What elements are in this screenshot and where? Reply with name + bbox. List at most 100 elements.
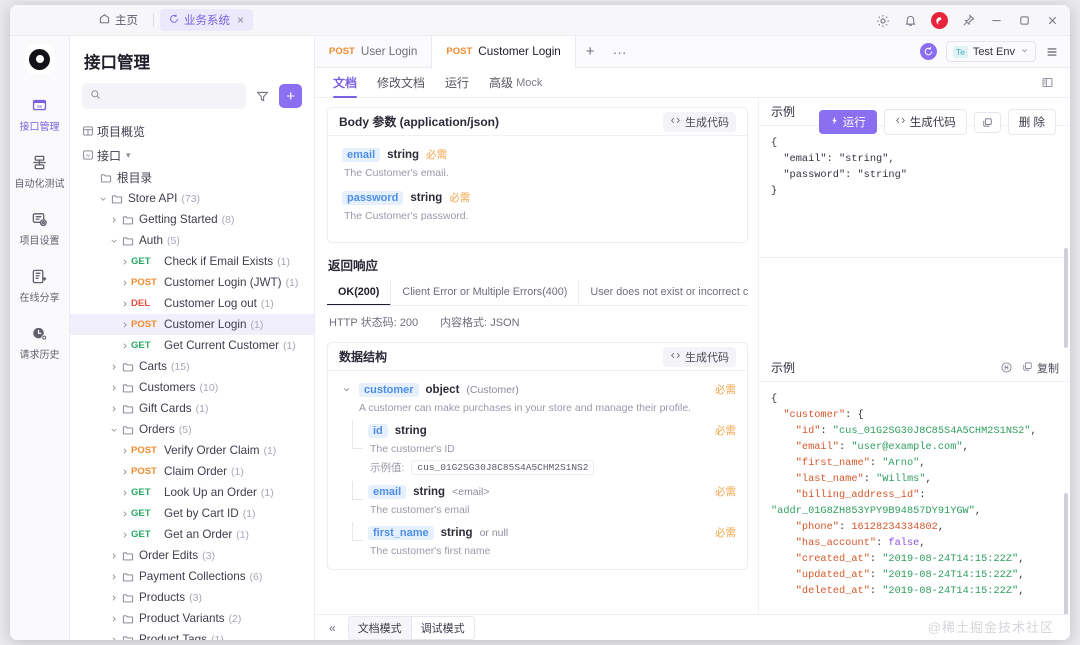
chevron-right-icon[interactable] — [118, 300, 131, 308]
tree-api-item[interactable]: POST Claim Order (1) — [70, 461, 314, 482]
tree-folder-item[interactable]: Store API (73) — [70, 188, 314, 209]
chevron-right-icon[interactable] — [107, 384, 120, 392]
chevron-right-icon[interactable] — [118, 279, 131, 287]
environment-selector[interactable]: Te Test Env — [945, 41, 1036, 62]
chevron-down-icon[interactable]: ▾ — [126, 150, 131, 161]
close-window-icon[interactable] — [1045, 13, 1060, 28]
rail-item-project-settings[interactable]: 项目设置 — [11, 210, 69, 247]
chevron-down-icon[interactable] — [107, 237, 120, 245]
response-status-tab[interactable]: Client Error or Multiple Errors(400) — [391, 281, 580, 305]
tree-folder-item[interactable]: Customers (10) — [70, 377, 314, 398]
body-generate-code-button[interactable]: 生成代码 — [663, 111, 736, 132]
response-status-tab[interactable]: User does not exist or incorrect creden.… — [579, 281, 748, 305]
chevron-down-icon[interactable] — [107, 426, 120, 434]
hamburger-icon[interactable] — [1045, 45, 1059, 59]
search-input[interactable] — [107, 90, 239, 102]
gear-icon[interactable] — [875, 13, 890, 28]
minimize-icon[interactable] — [989, 13, 1004, 28]
rail-item-api-management[interactable]: 98 接口管理 — [11, 96, 69, 133]
sidebar-nav-overview[interactable]: 项目概览 — [70, 119, 314, 143]
tab-advanced-mock[interactable]: 高级 Mock — [479, 68, 552, 98]
chevron-down-icon[interactable] — [96, 195, 109, 203]
tree-api-item[interactable]: POST Customer Login (JWT) (1) — [70, 272, 314, 293]
tree-api-item[interactable]: POST Customer Login (1) — [70, 314, 314, 335]
chevron-right-icon[interactable] — [118, 447, 131, 455]
tree-api-item[interactable]: GET Get Current Customer (1) — [70, 335, 314, 356]
rail-item-request-history[interactable]: 请求历史 — [11, 324, 69, 361]
chevron-right-icon[interactable] — [107, 552, 120, 560]
chevron-right-icon[interactable] — [107, 216, 120, 224]
editor-tab-customer-login[interactable]: POST Customer Login — [432, 36, 576, 68]
collapse-braces-icon[interactable] — [1000, 361, 1013, 374]
add-tab-button[interactable]: + — [576, 36, 605, 67]
rail-item-online-share[interactable]: 在线分享 — [11, 267, 69, 304]
tree-api-item[interactable]: DEL Customer Log out (1) — [70, 293, 314, 314]
pin-icon[interactable] — [961, 13, 976, 28]
chevron-right-icon[interactable] — [107, 615, 120, 623]
tree-folder-item[interactable]: Product Tags (1) — [70, 629, 314, 640]
schema-root-header[interactable]: customer object (Customer) 必需 — [342, 382, 736, 397]
chevron-right-icon[interactable] — [107, 363, 120, 371]
window-tab-home[interactable]: 主页 — [90, 9, 147, 31]
tree-folder-item[interactable]: Gift Cards (1) — [70, 398, 314, 419]
run-button[interactable]: 运行 — [818, 110, 877, 134]
sync-icon[interactable] — [919, 43, 937, 60]
response-status-tab[interactable]: OK(200) — [327, 281, 392, 305]
maximize-icon[interactable] — [1017, 13, 1032, 28]
collapse-panel-button[interactable]: « — [325, 621, 340, 635]
tree-folder-item[interactable]: Products (3) — [70, 587, 314, 608]
delete-button[interactable]: 删 除 — [1007, 109, 1056, 135]
tree-folder-item[interactable]: Payment Collections (6) — [70, 566, 314, 587]
chevron-right-icon[interactable] — [107, 594, 120, 602]
tab-more-button[interactable]: ··· — [605, 36, 635, 67]
example-scrollbar[interactable] — [1064, 248, 1068, 348]
chevron-right-icon[interactable] — [107, 573, 120, 581]
doc-right-column[interactable]: 示例 { "email": "string", "password": "str… — [758, 98, 1070, 614]
response-status-tabs[interactable]: OK(200) Client Error or Multiple Errors(4… — [327, 281, 748, 306]
copy-button[interactable]: 复制 — [1022, 360, 1059, 376]
copy-icon[interactable] — [973, 111, 1001, 133]
tree-api-item[interactable]: GET Get by Cart ID (1) — [70, 503, 314, 524]
search-box[interactable] — [82, 83, 247, 109]
schema-generate-code-button[interactable]: 生成代码 — [663, 346, 736, 367]
tab-doc[interactable]: 文档 — [323, 68, 367, 98]
filter-icon[interactable] — [253, 84, 272, 108]
chevron-right-icon[interactable] — [118, 468, 131, 476]
sidebar-nav-apis[interactable]: N 接口 ▾ — [70, 143, 314, 167]
chevron-right-icon[interactable] — [118, 342, 131, 350]
bell-icon[interactable] — [903, 13, 918, 28]
doc-left-column[interactable]: Body 参数 (application/json) 生成代码 email st… — [315, 98, 758, 614]
api-tree[interactable]: 项目概览 N 接口 ▾ 根目录 Store API (73) Getting Started(… — [70, 119, 314, 640]
rail-item-automation-test[interactable]: 自动化测试 — [11, 153, 69, 190]
avatar[interactable] — [931, 12, 948, 29]
tab-edit-doc[interactable]: 修改文档 — [367, 68, 435, 98]
tree-api-item[interactable]: GET Get an Order (1) — [70, 524, 314, 545]
chevron-right-icon[interactable] — [118, 510, 131, 518]
generate-code-button[interactable]: 生成代码 — [883, 109, 967, 135]
window-tab-business[interactable]: 业务系统 × — [160, 9, 254, 31]
tree-api-item[interactable]: POST Verify Order Claim (1) — [70, 440, 314, 461]
chevron-right-icon[interactable] — [118, 321, 131, 329]
chevron-right-icon[interactable] — [107, 636, 120, 640]
split-view-icon[interactable] — [1041, 76, 1062, 89]
chevron-right-icon[interactable] — [118, 258, 131, 266]
tree-folder-item[interactable]: Orders (5) — [70, 419, 314, 440]
chevron-right-icon[interactable] — [118, 531, 131, 539]
tree-folder-item[interactable]: Auth (5) — [70, 230, 314, 251]
chevron-down-icon[interactable] — [342, 385, 352, 394]
tree-folder-item[interactable]: Order Edits (3) — [70, 545, 314, 566]
doc-mode-button[interactable]: 文档模式 — [347, 615, 412, 640]
tree-folder-item[interactable]: Getting Started (8) — [70, 209, 314, 230]
tree-api-item[interactable]: GET Look Up an Order (1) — [70, 482, 314, 503]
debug-mode-button[interactable]: 调试模式 — [411, 615, 475, 640]
add-button[interactable]: + — [279, 84, 303, 108]
tree-folder-item[interactable]: Carts (15) — [70, 356, 314, 377]
tab-run[interactable]: 运行 — [435, 68, 479, 98]
schema-example-scrollbar[interactable] — [1064, 493, 1068, 614]
chevron-right-icon[interactable] — [118, 489, 131, 497]
tree-api-item[interactable]: GET Check if Email Exists (1) — [70, 251, 314, 272]
tree-folder-item[interactable]: 根目录 — [70, 167, 314, 188]
close-icon[interactable]: × — [237, 13, 244, 27]
chevron-right-icon[interactable] — [107, 405, 120, 413]
editor-tab-user-login[interactable]: POST User Login — [315, 36, 433, 67]
